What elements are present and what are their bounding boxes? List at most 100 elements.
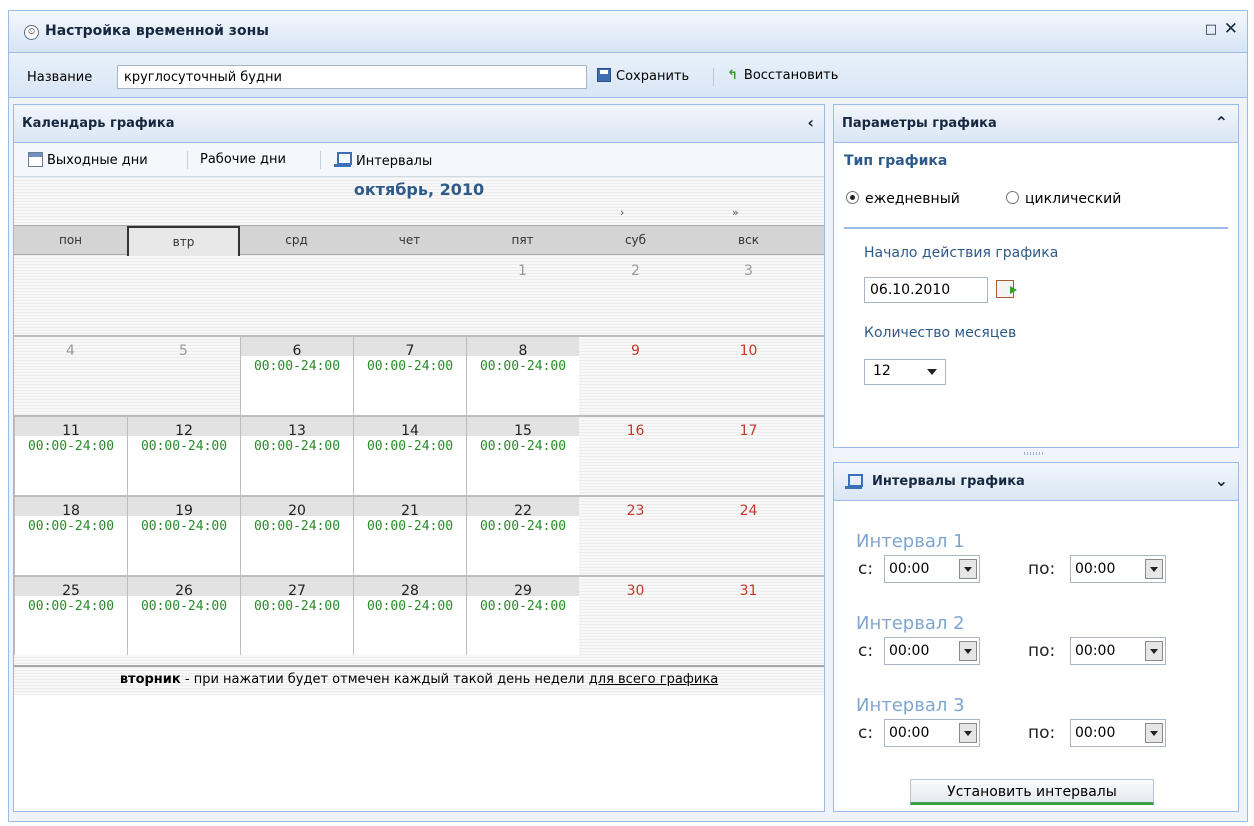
calendar-day-cell[interactable]: 27 00:00-24:00 xyxy=(240,577,353,655)
interval-to-select[interactable]: 00:00 xyxy=(1070,555,1166,583)
restore-button[interactable]: ↰ Восстановить xyxy=(727,68,838,83)
calendar-panel-title: Календарь графика xyxy=(22,116,175,131)
whole-schedule-link[interactable]: для всего графика xyxy=(589,672,718,687)
day-number: 7 xyxy=(405,343,415,359)
interval-to-label: по: xyxy=(1028,723,1056,743)
calendar-day-cell[interactable]: 12 00:00-24:00 xyxy=(127,417,240,495)
day-time-range: 00:00-24:00 xyxy=(253,519,341,534)
collapse-up-icon[interactable]: ⌃ xyxy=(1215,113,1228,132)
calendar-day-cell[interactable]: 4 xyxy=(14,337,127,415)
main-toolbar: Название Сохранить ↰ Восстановить xyxy=(9,54,1247,98)
calendar-day-cell[interactable]: 18 00:00-24:00 xyxy=(14,497,127,575)
day-time-range: 00:00-24:00 xyxy=(479,519,567,534)
tab-workdays[interactable]: Рабочие дни xyxy=(200,152,286,167)
calendar-day-cell[interactable]: 21 00:00-24:00 xyxy=(353,497,466,575)
schedule-type-heading: Тип графика xyxy=(844,153,948,169)
day-number: 28 xyxy=(401,583,419,599)
calendar-day-cell[interactable]: 30 xyxy=(579,577,692,655)
month-title: октябрь, 2010 xyxy=(353,180,485,199)
calendar-day-cell[interactable]: 8 00:00-24:00 xyxy=(466,337,579,415)
tab-separator xyxy=(187,151,188,169)
calendar-day-cell[interactable]: 11 00:00-24:00 xyxy=(14,417,127,495)
calendar-day-cell[interactable]: 15 00:00-24:00 xyxy=(466,417,579,495)
interval-from-label: с: xyxy=(858,559,874,579)
calendar-day-cell[interactable]: 22 00:00-24:00 xyxy=(466,497,579,575)
tab-intervals-label: Интервалы xyxy=(356,154,433,169)
day-time-range: 00:00-24:00 xyxy=(366,599,454,614)
day-time-range: 00:00-24:00 xyxy=(366,359,454,374)
radio-daily[interactable]: ежедневный xyxy=(846,191,960,207)
calendar-day-cell[interactable]: 31 xyxy=(692,577,805,655)
params-panel-title: Параметры графика xyxy=(842,116,997,131)
interval-from-select[interactable]: 00:00 xyxy=(884,637,980,665)
day-number: 21 xyxy=(401,503,419,519)
calendar-day-cell[interactable]: 17 xyxy=(692,417,805,495)
maximize-icon[interactable]: □ xyxy=(1205,22,1217,37)
calendar-day-cell[interactable]: 23 xyxy=(579,497,692,575)
day-number: 15 xyxy=(514,423,532,439)
interval-to-select[interactable]: 00:00 xyxy=(1070,719,1166,747)
calendar-day-cell[interactable]: 20 00:00-24:00 xyxy=(240,497,353,575)
weekday-header[interactable]: суб xyxy=(579,226,692,255)
calendar-day-cell[interactable]: 1 xyxy=(466,257,579,335)
interval-to-label: по: xyxy=(1028,559,1056,579)
calendar-day-cell[interactable]: 16 xyxy=(579,417,692,495)
weekday-header[interactable]: пон xyxy=(14,226,127,255)
calendar-day-cell[interactable]: 13 00:00-24:00 xyxy=(240,417,353,495)
weekday-header[interactable]: срд xyxy=(240,226,353,255)
name-label: Название xyxy=(27,70,93,85)
weekday-header[interactable]: пят xyxy=(466,226,579,255)
next-year-button[interactable]: » xyxy=(732,206,739,219)
calendar-day-cell[interactable]: 9 xyxy=(579,337,692,415)
radio-cyclic-dot xyxy=(1006,191,1019,204)
restore-label: Восстановить xyxy=(743,68,839,83)
start-date-input[interactable] xyxy=(864,277,988,303)
calendar-day-cell xyxy=(127,257,240,335)
expand-down-icon[interactable]: ⌄ xyxy=(1215,471,1228,490)
calendar-day-cell[interactable]: 5 xyxy=(127,337,240,415)
collapse-left-icon[interactable]: ‹ xyxy=(807,113,814,132)
weekday-header[interactable]: чет xyxy=(353,226,466,255)
day-number: 22 xyxy=(514,503,532,519)
calendar-day-cell[interactable]: 10 xyxy=(692,337,805,415)
calendar-day-cell[interactable]: 24 xyxy=(692,497,805,575)
day-number: 5 xyxy=(179,343,188,359)
calendar-icon xyxy=(28,152,43,167)
radio-cyclic[interactable]: циклический xyxy=(1006,191,1121,207)
calendar-day-cell[interactable]: 19 00:00-24:00 xyxy=(127,497,240,575)
next-month-button[interactable]: › xyxy=(620,206,624,219)
day-number: 8 xyxy=(518,343,528,359)
save-button[interactable]: Сохранить xyxy=(597,68,689,84)
set-intervals-button[interactable]: Установить интервалы xyxy=(910,779,1154,805)
interval-from-value: 00:00 xyxy=(889,725,930,741)
calendar-day-cell[interactable]: 26 00:00-24:00 xyxy=(127,577,240,655)
interval-from-select[interactable]: 00:00 xyxy=(884,719,980,747)
date-picker-icon[interactable] xyxy=(996,280,1017,298)
calendar-day-cell[interactable]: 29 00:00-24:00 xyxy=(466,577,579,655)
params-panel: Параметры графика ⌃ Тип графика ежедневн… xyxy=(833,104,1239,448)
calendar-day-cell[interactable]: 25 00:00-24:00 xyxy=(14,577,127,655)
calendar-day-cell[interactable]: 6 00:00-24:00 xyxy=(240,337,353,415)
calendar-subtoolbar: Выходные дни Рабочие дни Интервалы xyxy=(14,143,824,177)
calendar-day-cell[interactable]: 28 00:00-24:00 xyxy=(353,577,466,655)
panel-splitter[interactable] xyxy=(1024,452,1044,455)
calendar-day-cell[interactable]: 2 xyxy=(579,257,692,335)
calendar-day-cell[interactable]: 7 00:00-24:00 xyxy=(353,337,466,415)
name-input[interactable] xyxy=(117,65,587,89)
calendar-panel-header: Календарь графика ‹ xyxy=(14,105,824,143)
close-icon[interactable]: ✕ xyxy=(1224,20,1238,38)
tab-intervals[interactable]: Интервалы xyxy=(334,152,432,169)
months-count-select[interactable]: 12 xyxy=(864,359,946,385)
tab-separator xyxy=(320,151,321,169)
calendar-day-cell[interactable]: 14 00:00-24:00 xyxy=(353,417,466,495)
tab-weekends[interactable]: Выходные дни xyxy=(28,152,148,168)
interval-to-select[interactable]: 00:00 xyxy=(1070,637,1166,665)
day-time-range: 00:00-24:00 xyxy=(366,439,454,454)
interval-from-select[interactable]: 00:00 xyxy=(884,555,980,583)
weekday-header[interactable]: вск xyxy=(692,226,805,255)
calendar-day-cell[interactable]: 3 xyxy=(692,257,805,335)
weekday-header[interactable]: втр xyxy=(127,226,240,256)
interval-to-value: 00:00 xyxy=(1075,643,1116,659)
chevron-down-icon xyxy=(1145,559,1163,579)
day-time-range: 00:00-24:00 xyxy=(479,359,567,374)
